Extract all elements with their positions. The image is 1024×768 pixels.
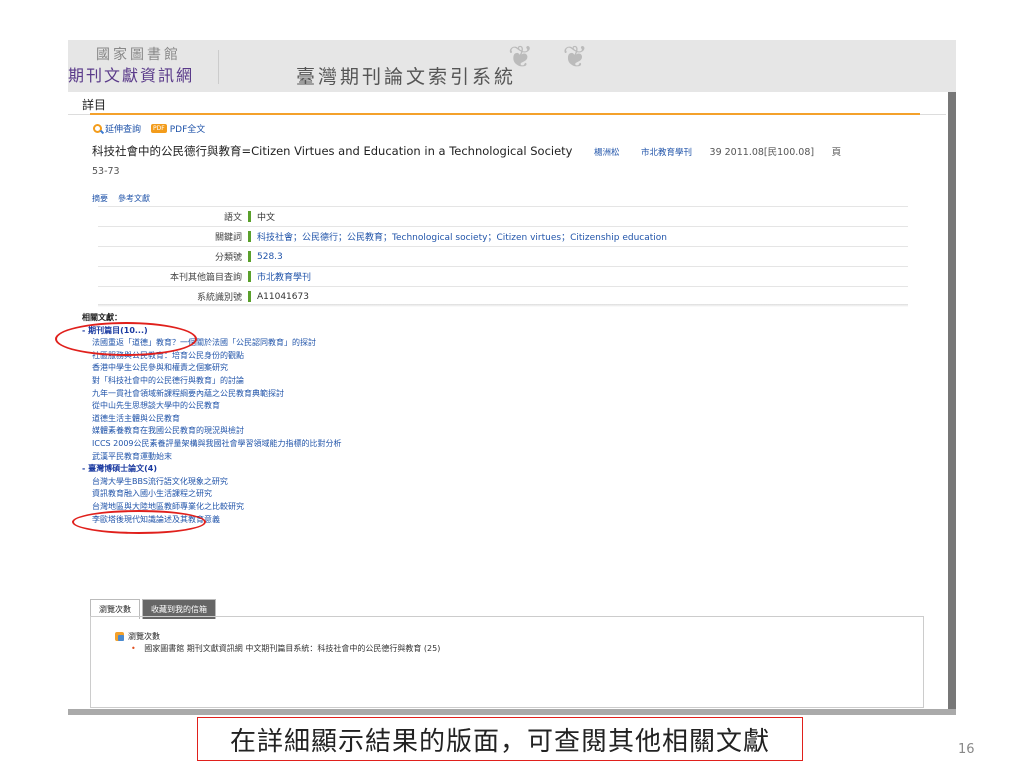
pages-prefix: 頁 xyxy=(831,147,842,158)
tab-references[interactable]: 參考文獻 xyxy=(118,193,150,204)
green-marker xyxy=(248,231,251,242)
views-heading-label: 瀏覽次數 xyxy=(128,632,160,641)
list-item[interactable]: 從中山先生思想談大學中的公民教育 xyxy=(82,400,342,413)
page-number: 16 xyxy=(958,742,975,757)
accent-divider xyxy=(90,113,920,115)
table-shadow xyxy=(98,304,908,307)
green-marker xyxy=(248,291,251,302)
page-range: 53-73 xyxy=(92,166,120,177)
tab-abstract[interactable]: 摘要 xyxy=(92,193,108,204)
window-bottom-edge xyxy=(68,709,956,715)
meta-label: 本刊其他篇目查詢 xyxy=(169,273,242,283)
author-link[interactable]: 楊洲松 xyxy=(594,148,620,158)
keyword-links[interactable]: 科技社會；公民德行；公民教育；Technological society；Cit… xyxy=(257,230,667,243)
classification-link[interactable]: 528.3 xyxy=(257,252,283,262)
meta-value-language: 中文 xyxy=(257,213,276,223)
thesis-group[interactable]: - 臺灣博碩士論文(4) xyxy=(82,463,342,476)
panel-title: 詳目 xyxy=(82,98,107,112)
decorative-plant-icon: ❦ ❦ xyxy=(508,40,598,75)
banner-divider xyxy=(218,50,219,84)
extended-search-label: 延伸查詢 xyxy=(105,125,142,135)
system-title: 臺灣期刊論文索引系統 xyxy=(296,66,517,88)
meta-label: 語文 xyxy=(223,213,242,223)
magnifier-icon xyxy=(93,124,102,133)
article-citation: 科技社會中的公民德行與教育=Citizen Virtues and Educat… xyxy=(92,143,922,180)
list-item[interactable]: ICCS 2009公民素養評量架構與我國社會學習領域能力指標的比對分析 xyxy=(82,438,342,451)
pdf-fulltext-label: PDF全文 xyxy=(169,125,206,135)
list-item[interactable]: 台灣大學生BBS流行語文化現象之研究 xyxy=(82,476,342,489)
meta-label: 系統識別號 xyxy=(196,293,242,303)
views-heading: 瀏覽次數 xyxy=(115,631,160,642)
site-logo-text[interactable]: 期刊文獻資訊網 xyxy=(68,62,194,86)
list-item[interactable]: 對「科技社會中的公民德行與教育」的討論 xyxy=(82,375,342,388)
list-item[interactable]: 媒體素養教育在我國公民教育的現況與檢討 xyxy=(82,425,342,438)
system-id-value: A11041673 xyxy=(257,291,309,302)
table-row: 關鍵詞 科技社會；公民德行；公民教育；Technological society… xyxy=(98,227,908,247)
journal-other-articles-link[interactable]: 市北教育學刊 xyxy=(257,270,311,283)
detail-subtabs: 摘要 參考文獻 xyxy=(92,193,150,204)
pdf-fulltext-button[interactable]: PDF PDF全文 xyxy=(151,122,205,135)
table-row: 本刊其他篇目查詢 市北教育學刊 xyxy=(98,267,908,287)
views-item-text: 國家圖書館 期刊文獻資訊網 中文期刊篇目系統：科技社會中的公民德行與教育 (25… xyxy=(144,644,441,653)
views-item: • 國家圖書館 期刊文獻資訊網 中文期刊篇目系統：科技社會中的公民德行與教育 (… xyxy=(131,643,440,654)
toolbar: 延伸查詢 PDF PDF全文 xyxy=(93,122,205,135)
highlight-circle-thesis xyxy=(72,510,206,534)
extended-search-button[interactable]: 延伸查詢 xyxy=(93,122,141,135)
site-banner: 國家圖書館 期刊文獻資訊網 臺灣期刊論文索引系統 ❦ ❦ xyxy=(68,40,956,93)
stats-icon xyxy=(115,632,124,641)
bullet-icon: • xyxy=(131,644,136,653)
highlight-circle-related xyxy=(55,322,197,356)
metadata-table: 語文 中文 關鍵詞 科技社會；公民德行；公民教育；Technological s… xyxy=(98,206,908,307)
journal-link[interactable]: 市北教育學刊 xyxy=(641,148,692,158)
list-item[interactable]: 九年一貫社會領域新課程綱要內蘊之公民教育典範探討 xyxy=(82,388,342,401)
issue-info: 39 2011.08[民100.08] xyxy=(709,147,815,158)
list-item[interactable]: 香港中學生公民參與和權責之個案研究 xyxy=(82,362,342,375)
green-marker xyxy=(248,251,251,262)
list-item[interactable]: 武漢平民教育運動始末 xyxy=(82,451,342,464)
green-marker xyxy=(248,211,251,222)
list-item[interactable]: 資訊教育融入國小生活課程之研究 xyxy=(82,488,342,501)
app-window: 國家圖書館 期刊文獻資訊網 臺灣期刊論文索引系統 ❦ ❦ 詳目 延伸查詢 PDF… xyxy=(68,40,956,716)
pdf-icon: PDF xyxy=(151,124,167,133)
article-title: 科技社會中的公民德行與教育=Citizen Virtues and Educat… xyxy=(92,144,573,158)
table-row: 分類號 528.3 xyxy=(98,247,908,267)
meta-label: 關鍵詞 xyxy=(214,233,242,243)
list-item[interactable]: 道德生活主體與公民教育 xyxy=(82,413,342,426)
slide-caption: 在詳細顯示結果的版面，可查閱其他相關文獻 xyxy=(197,717,803,761)
tab-content: 瀏覽次數 • 國家圖書館 期刊文獻資訊網 中文期刊篇目系統：科技社會中的公民德行… xyxy=(90,616,924,708)
library-logo-text: 國家圖書館 xyxy=(96,47,181,63)
table-row: 語文 中文 xyxy=(98,207,908,227)
green-marker xyxy=(248,271,251,282)
meta-label: 分類號 xyxy=(214,253,242,263)
